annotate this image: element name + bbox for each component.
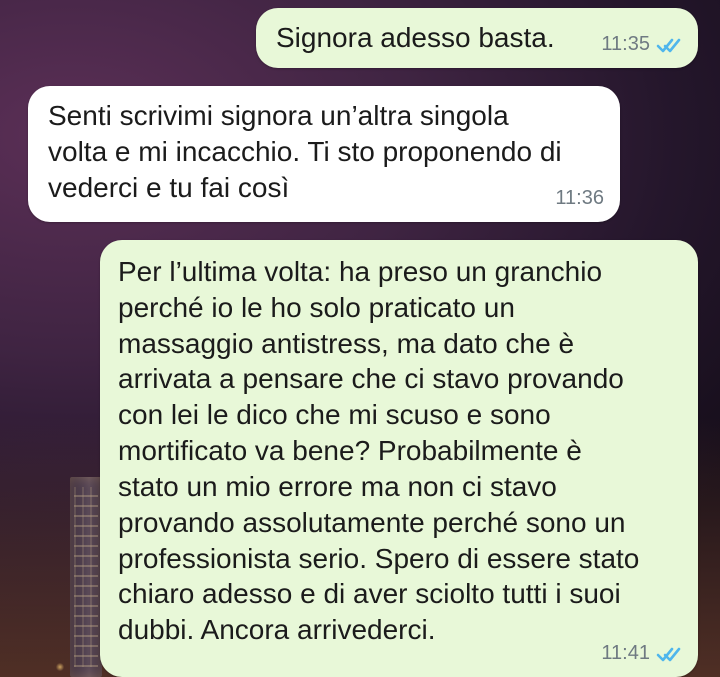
message-bubble-incoming-1[interactable]: Senti scrivimi signora un’altra singola … bbox=[28, 86, 620, 222]
message-meta: 11:41 bbox=[601, 641, 682, 667]
message-meta: 11:35 bbox=[601, 32, 682, 58]
double-check-read-icon bbox=[656, 38, 681, 53]
message-time: 11:41 bbox=[601, 642, 650, 665]
message-time: 11:36 bbox=[555, 187, 604, 210]
message-bubble-outgoing-1[interactable]: Signora adesso basta. 11:35 bbox=[256, 8, 698, 68]
message-bubble-outgoing-2[interactable]: Per l’ultima volta: ha preso un granchio… bbox=[100, 240, 698, 677]
message-text: Per l’ultima volta: ha preso un granchio… bbox=[118, 256, 640, 646]
message-time: 11:35 bbox=[601, 33, 650, 56]
chat-area: Signora adesso basta. 11:35 Senti scrivi… bbox=[0, 0, 720, 677]
message-meta: 11:36 bbox=[555, 186, 604, 212]
message-text: Senti scrivimi signora un’altra singola … bbox=[48, 100, 562, 203]
double-check-read-icon bbox=[656, 647, 681, 662]
